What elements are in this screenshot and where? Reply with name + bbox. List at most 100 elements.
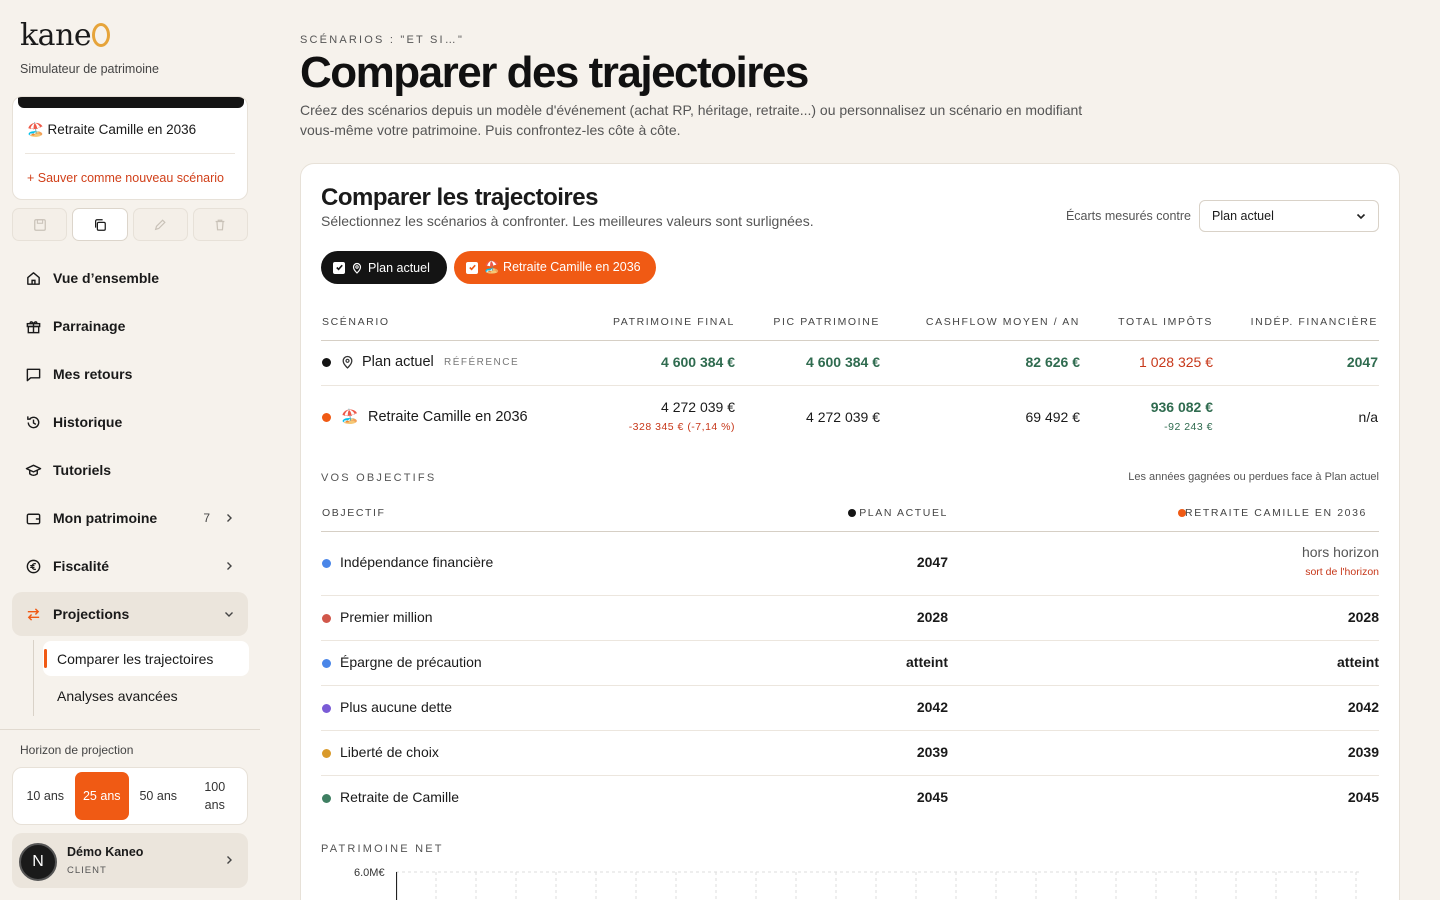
- projections-subnav: Comparer les trajectoires Analyses avanc…: [33, 640, 249, 716]
- user-menu[interactable]: N Démo Kaneo CLIENT: [12, 833, 248, 888]
- pic-value: 4 272 039 €: [806, 409, 880, 425]
- row-divider: [321, 730, 1379, 731]
- save-icon: [33, 218, 46, 231]
- horizon-option-100[interactable]: 100 ans: [188, 772, 243, 820]
- table-header-cashflow: CASHFLOW MOYEN / AN: [925, 316, 1080, 328]
- impots-value: 936 082 €: [1150, 399, 1213, 415]
- objective-name: Épargne de précaution: [340, 654, 482, 670]
- nav-item-projections[interactable]: Projections: [12, 592, 248, 636]
- final-value: 4 600 384 €: [661, 354, 735, 370]
- table-header-divider: [321, 340, 1379, 341]
- row-divider: [321, 685, 1379, 686]
- objective-plan-value: 2045: [916, 789, 948, 805]
- objective-dot: [322, 559, 331, 568]
- objective-dot: [322, 704, 331, 713]
- edit-button[interactable]: [132, 208, 188, 241]
- divider: [25, 153, 235, 154]
- avatar: N: [19, 843, 57, 881]
- graduation-cap-icon: [24, 461, 42, 479]
- row-divider: [321, 640, 1379, 641]
- objective-retraite-value: hors horizon: [1301, 544, 1379, 560]
- table-header-impots: TOTAL IMPÔTS: [1118, 316, 1213, 328]
- net-worth-chart[interactable]: [396, 868, 1361, 900]
- indep-value: 2047: [1346, 354, 1378, 370]
- objective-retraite-value: 2042: [1347, 699, 1379, 715]
- reference-tag: RÉFÉRENCE: [444, 357, 520, 368]
- final-value: 4 272 039 €: [661, 399, 735, 415]
- chart-section-label: PATRIMOINE NET: [321, 843, 444, 855]
- subnav-item-compare[interactable]: Comparer les trajectoires: [43, 641, 249, 676]
- objectives-header-objective: OBJECTIF: [322, 507, 386, 519]
- chevron-right-icon: [227, 856, 232, 864]
- nav-item-referral[interactable]: Parrainage: [12, 304, 248, 348]
- chevron-down-icon: [1356, 213, 1366, 220]
- scenario-name: Retraite Camille en 2036: [368, 409, 528, 425]
- scenario-chip-retraite-camille[interactable]: 🏖️ Retraite Camille en 2036: [454, 251, 656, 284]
- objective-dot: [322, 749, 331, 758]
- horizon-option-25[interactable]: 25 ans: [74, 772, 129, 820]
- nav-item-tutorials[interactable]: Tutoriels: [12, 448, 248, 492]
- checkbox-checked-icon: [333, 261, 345, 274]
- horizon-option-50[interactable]: 50 ans: [131, 772, 186, 820]
- objective-plan-value: atteint: [906, 654, 948, 670]
- scenario-toolbar: [12, 208, 248, 241]
- map-pin-icon: [352, 262, 362, 274]
- sidebar: kane Simulateur de patrimoine 🏖️ Retrait…: [0, 0, 260, 900]
- objectives-section-label: VOS OBJECTIFS: [321, 472, 437, 484]
- select-value: Plan actuel: [1212, 209, 1274, 223]
- table-header-scenario: SCÉNARIO: [322, 316, 390, 328]
- nav-item-overview[interactable]: Vue d’ensemble: [12, 256, 248, 300]
- row-divider: [321, 775, 1379, 776]
- user-name: Démo Kaneo: [67, 845, 144, 859]
- save-new-scenario-link[interactable]: + Sauver comme nouveau scénario: [27, 171, 224, 185]
- delete-button[interactable]: [192, 208, 248, 241]
- horizon-selector: 10 ans 25 ans 50 ans 100 ans: [12, 767, 248, 825]
- objectives-header-plan: PLAN ACTUEL: [859, 507, 948, 519]
- nav-item-fiscalite[interactable]: Fiscalité: [12, 544, 248, 588]
- card-title: Comparer les trajectoires: [321, 184, 598, 211]
- objective-plan-value: 2028: [916, 609, 948, 625]
- objective-retraite-value: 2028: [1347, 609, 1379, 625]
- user-role: CLIENT: [67, 865, 107, 876]
- nav-item-patrimoine[interactable]: Mon patrimoine 7: [12, 496, 248, 540]
- duplicate-button[interactable]: [72, 208, 128, 241]
- gift-icon: [24, 317, 42, 335]
- objective-retraite-value: atteint: [1337, 654, 1379, 670]
- scenario-chip-plan-actuel[interactable]: Plan actuel: [321, 251, 447, 284]
- compare-against-select[interactable]: Plan actuel: [1199, 200, 1379, 232]
- nav-label: Projections: [53, 606, 130, 622]
- chevron-right-icon: [227, 562, 232, 570]
- wallet-icon: [24, 509, 42, 527]
- cashflow-value: 69 492 €: [1025, 409, 1081, 425]
- brand-subtitle: Simulateur de patrimoine: [20, 62, 159, 76]
- nav-item-history[interactable]: Historique: [12, 400, 248, 444]
- objective-dot: [322, 614, 331, 623]
- nav-label: Mes retours: [53, 366, 133, 382]
- objective-name: Plus aucune dette: [340, 699, 453, 715]
- card-subtitle: Sélectionnez les scénarios à confronter.…: [321, 213, 814, 229]
- save-button[interactable]: [12, 208, 68, 241]
- objectives-header-divider: [321, 531, 1379, 532]
- nav-count-badge: 7: [203, 511, 210, 525]
- subnav-item-advanced[interactable]: Analyses avancées: [43, 678, 249, 713]
- objective-plan-value: 2039: [916, 744, 948, 760]
- checkbox-checked-icon: [466, 261, 478, 274]
- scenario-item[interactable]: 🏖️ Retraite Camille en 2036: [27, 122, 196, 138]
- objective-retraite-value: 2045: [1347, 789, 1379, 805]
- row-divider: [321, 385, 1379, 386]
- chart-gridlines: [396, 871, 1361, 900]
- objective-name: Indépendance financière: [340, 554, 494, 570]
- page-title: Comparer des trajectoires: [300, 48, 809, 97]
- scenario-active-bar[interactable]: [18, 97, 244, 108]
- objective-name: Liberté de choix: [340, 744, 439, 760]
- page-eyebrow: SCÉNARIOS : "ET SI…": [300, 34, 465, 46]
- objectives-header-retraite: RETRAITE CAMILLE EN 2036: [1185, 507, 1367, 519]
- nav-label: Historique: [53, 414, 123, 430]
- nav-item-feedback[interactable]: Mes retours: [12, 352, 248, 396]
- horizon-option-10[interactable]: 10 ans: [18, 772, 73, 820]
- objective-dot: [322, 794, 331, 803]
- message-icon: [24, 365, 42, 383]
- page-description: Créez des scénarios depuis un modèle d'é…: [300, 102, 1083, 138]
- objective-plan-value: 2042: [916, 699, 948, 715]
- brand-logo[interactable]: kane: [20, 18, 111, 53]
